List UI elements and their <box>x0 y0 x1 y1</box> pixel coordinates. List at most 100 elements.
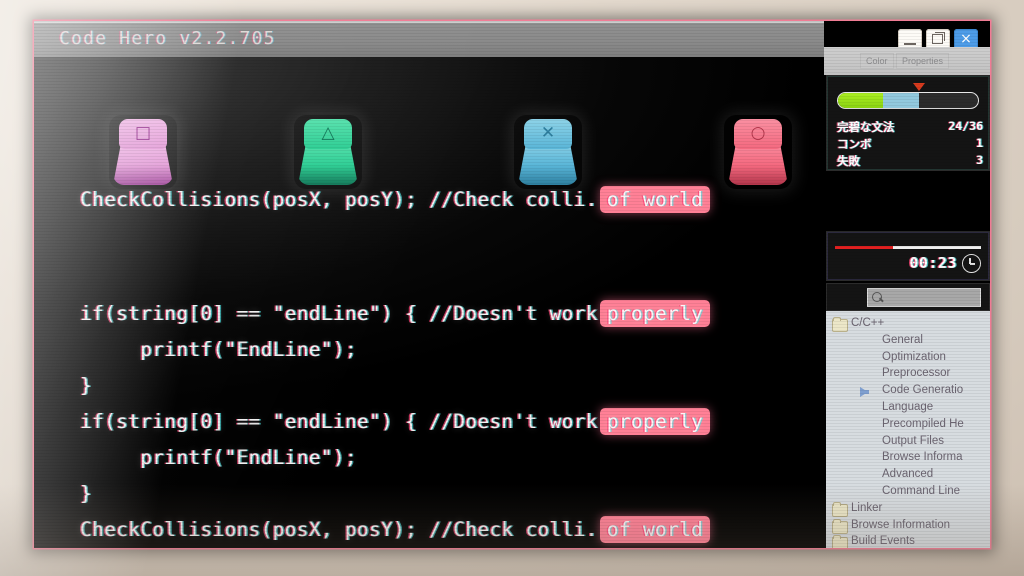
tree-item-label: Optimization <box>882 350 946 363</box>
tree-item-label: Preprocessor <box>882 367 951 380</box>
code-line: printf("EndLine"); <box>80 338 357 361</box>
keycap-glyph-square-icon: □ <box>134 123 152 143</box>
tree-item[interactable]: Browse Information <box>826 518 990 536</box>
code-highlight: of world <box>599 186 711 213</box>
keycap-glyph-cross-icon: ✕ <box>540 123 556 143</box>
code-line: CheckCollisions(posX, posY); //Check col… <box>80 516 711 543</box>
tree-item-label: Advanced <box>882 468 934 481</box>
progress-segment-blue <box>882 93 920 108</box>
stat-value: 3 <box>976 153 983 167</box>
tab-properties[interactable]: Properties <box>896 53 950 69</box>
keycap-circle[interactable]: ○ <box>727 117 789 187</box>
stat-label: 完碧な文法 <box>837 120 895 134</box>
tree-item[interactable]: Linker <box>826 501 990 519</box>
close-button[interactable]: × <box>954 29 978 49</box>
settings-tree[interactable]: C/C++ General Optimization Preprocessor Code… <box>826 311 990 548</box>
minimize-button[interactable] <box>898 29 922 49</box>
tree-item-label: Output Files <box>882 434 944 447</box>
keycap-triangle[interactable]: △ <box>297 117 359 187</box>
code-line: if(string[0] == "endLine") { //Doesn't w… <box>80 408 711 435</box>
code-text: printf("EndLine"); <box>80 446 357 469</box>
tree-item-label: Browse Informa <box>882 451 963 464</box>
folder-icon <box>832 518 848 534</box>
title-bar: Code Hero v2.2.705 <box>34 21 824 57</box>
tree-item[interactable]: C/C++ <box>826 317 990 334</box>
tree-item[interactable]: Advanced <box>826 468 990 485</box>
tree-item-label: Code Generatio <box>882 384 964 397</box>
tree-item-label: Command Line <box>882 485 960 497</box>
monitor-bezel: Code Hero v2.2.705 × □ △ ✕ ○ CheckCollision… <box>0 0 1024 576</box>
screen: Code Hero v2.2.705 × □ △ ✕ ○ CheckCollision… <box>34 21 990 548</box>
tree-item[interactable]: Preprocessor <box>826 367 990 384</box>
tree-item-label: Linker <box>851 501 883 514</box>
keycap-cross[interactable]: ✕ <box>517 117 579 187</box>
search-icon <box>872 292 882 302</box>
window-title: Code Hero v2.2.705 <box>59 28 276 49</box>
stat-value: 24/36 <box>948 119 983 133</box>
code-text: printf("EndLine"); <box>80 338 357 361</box>
code-editor-area[interactable]: □ △ ✕ ○ CheckCollisions(posX, posY); //Chec… <box>34 57 824 548</box>
minimize-icon <box>904 43 916 45</box>
side-panel: Color Properties 完碧な文法 24/36 コンボ 1 失敗 3 00:23 <box>824 47 990 548</box>
stat-row: 失敗 3 <box>837 153 983 168</box>
code-text: } <box>80 374 93 397</box>
code-text: CheckCollisions(posX, posY); //Check col… <box>80 188 598 211</box>
code-highlight: of world <box>599 516 711 543</box>
stat-row: コンボ 1 <box>837 136 983 151</box>
tree-item[interactable]: Command Line <box>826 485 990 502</box>
tree-item[interactable]: General <box>826 334 990 351</box>
code-text: CheckCollisions(posX, posY); //Check col… <box>80 518 598 541</box>
code-text: if(string[0] == "endLine") { //Doesn't w… <box>80 302 598 325</box>
tree-item[interactable]: Build Events <box>826 535 990 548</box>
search-input[interactable] <box>867 288 981 307</box>
progress-bar <box>837 83 979 109</box>
tree-item[interactable]: Language <box>826 401 990 418</box>
keycap-square[interactable]: □ <box>112 117 174 187</box>
title-bar-highlight <box>34 21 824 23</box>
timer-panel: 00:23 <box>826 231 990 281</box>
stat-label: 失敗 <box>837 154 860 168</box>
tree-item[interactable]: Browse Informa <box>826 451 990 468</box>
code-highlight: properly <box>599 408 711 435</box>
timer-track <box>835 246 981 249</box>
selection-arrow-icon <box>860 387 869 398</box>
keycap-glyph-circle-icon: ○ <box>750 123 766 143</box>
code-line: } <box>80 482 92 505</box>
tree-item[interactable]: Output Files <box>826 435 990 452</box>
tree-item-label: C/C++ <box>851 317 885 329</box>
code-highlight: properly <box>599 300 711 327</box>
progress-marker-icon <box>913 83 926 91</box>
tree-item-label: Language <box>882 401 934 413</box>
code-line: if(string[0] == "endLine") { //Doesn't w… <box>80 300 711 327</box>
tree-item[interactable]: Code Generatio <box>826 384 990 401</box>
progress-track <box>837 92 979 109</box>
folder-icon <box>832 317 848 332</box>
timer-value: 00:23 <box>909 254 957 272</box>
restore-icon <box>932 32 945 44</box>
app-window: Code Hero v2.2.705 × □ △ ✕ ○ CheckCollision… <box>34 21 978 548</box>
tree-item-label: Browse Information <box>851 518 951 531</box>
stats-panel: 完碧な文法 24/36 コンボ 1 失敗 3 <box>826 75 990 171</box>
side-panel-tabs: Color Properties <box>824 47 990 75</box>
close-icon: × <box>960 31 972 47</box>
tree-item-label: Build Events <box>851 535 915 548</box>
code-line: CheckCollisions(posX, posY); //Check col… <box>80 186 711 213</box>
tree-item[interactable]: Precompiled He <box>826 418 990 435</box>
code-text: } <box>80 482 93 505</box>
stat-row: 完碧な文法 24/36 <box>837 119 983 134</box>
code-text: if(string[0] == "endLine") { //Doesn't w… <box>80 410 598 433</box>
code-line: printf("EndLine"); <box>80 446 357 469</box>
folder-icon <box>832 535 848 548</box>
tree-item[interactable]: Optimization <box>826 351 990 368</box>
folder-icon <box>832 501 848 517</box>
restore-button[interactable] <box>926 29 950 49</box>
tree-item-label: General <box>882 333 923 346</box>
stat-value: 1 <box>976 136 983 150</box>
keycap-glyph-triangle-icon: △ <box>321 123 335 143</box>
progress-segment-green <box>838 93 883 108</box>
tab-color[interactable]: Color <box>860 53 894 69</box>
clock-icon <box>962 254 981 273</box>
stat-label: コンボ <box>837 137 872 151</box>
code-line: } <box>80 374 92 397</box>
timer-fill <box>835 246 894 249</box>
